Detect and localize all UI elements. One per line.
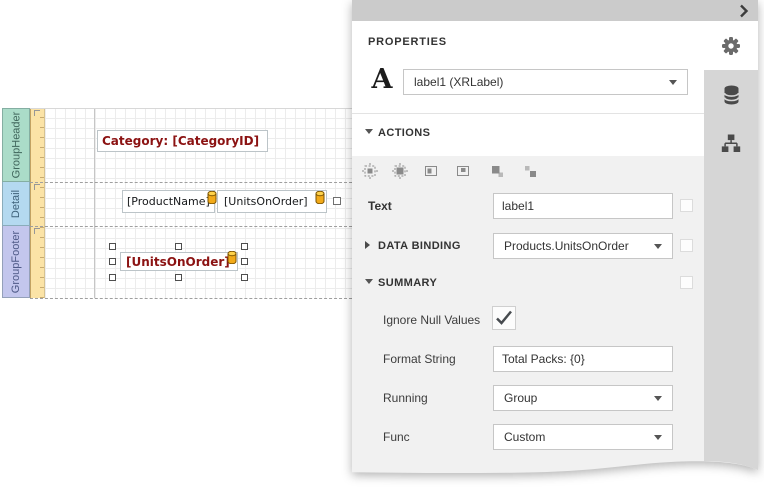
footer-summary-text: [UnitsOnOrder] (126, 254, 230, 269)
func-label: Func (383, 430, 410, 444)
func-dropdown[interactable]: Custom (493, 424, 673, 450)
database-field-icon (227, 251, 237, 264)
band-label: GroupHeader (10, 111, 22, 179)
properties-gear-icon (722, 36, 740, 55)
category-label-text: Category: [CategoryID] (102, 134, 260, 148)
units-on-order-text: [UnitsOnOrder] (224, 195, 308, 208)
footer-summary-label[interactable]: [UnitsOnOrder] (120, 252, 238, 271)
chevron-down-icon (654, 434, 662, 440)
tab-field-list[interactable] (704, 119, 758, 168)
report-designer: GroupHeader Detail GroupFooter Category:… (0, 0, 764, 490)
database-field-icon (207, 191, 217, 204)
chevron-down-icon (669, 79, 677, 85)
product-name-text: [ProductName] (127, 195, 210, 208)
checkmark-icon (496, 310, 512, 325)
section-actions[interactable]: ACTIONS (378, 127, 430, 139)
selection-handle-sw[interactable] (109, 274, 116, 281)
fit-bounds-to-container-icon[interactable] (392, 163, 408, 179)
band-rail: GroupHeader Detail GroupFooter (2, 108, 30, 298)
band-top-edge (30, 108, 352, 109)
running-value: Group (504, 391, 538, 405)
element-selector-dropdown[interactable]: label1 (XRLabel) (403, 69, 688, 95)
band-fold-mark (34, 228, 40, 234)
func-value: Custom (504, 430, 546, 444)
running-label: Running (383, 391, 428, 405)
band-tab-groupfooter[interactable]: GroupFooter (2, 226, 30, 298)
center-vertically-icon[interactable] (455, 163, 471, 179)
field-list-icon (721, 134, 741, 152)
selection-handle-nw[interactable] (109, 243, 116, 250)
panel-wave-edge (352, 455, 758, 474)
text-field-label: Text (368, 199, 392, 213)
format-string-label: Format String (383, 352, 456, 366)
band-tab-detail[interactable]: Detail (2, 182, 30, 226)
database-field-icon (315, 191, 325, 204)
units-on-order-label[interactable]: [UnitsOnOrder] (217, 190, 327, 213)
selection-handle-w[interactable] (109, 258, 116, 265)
xrlabel-letter-a-icon: A (371, 63, 393, 95)
data-binding-value: Products.UnitsOnOrder (504, 239, 629, 253)
text-input[interactable] (493, 193, 673, 219)
send-to-back-icon[interactable] (522, 163, 538, 179)
expand-triangle-icon (365, 241, 370, 249)
band-label: GroupFooter (10, 230, 22, 293)
selection-handle-se[interactable] (241, 274, 248, 281)
selection-handle-s[interactable] (175, 274, 182, 281)
panel-top-bar (352, 0, 758, 21)
selection-handle-ne[interactable] (241, 243, 248, 250)
properties-panel: PROPERTIES A label1 (XRLabel) ACTIONS Te… (352, 0, 758, 488)
collapse-triangle-icon (365, 279, 373, 284)
element-selector-value: label1 (XRLabel) (414, 75, 504, 89)
tab-properties[interactable] (704, 21, 758, 70)
selection-handle-n[interactable] (175, 243, 182, 250)
center-horizontally-icon[interactable] (423, 163, 439, 179)
resize-handle[interactable] (333, 197, 341, 205)
ignore-null-values-label: Ignore Null Values (383, 313, 481, 327)
data-binding-property-marker-checkbox[interactable] (680, 239, 693, 252)
tab-data-sources[interactable] (704, 70, 758, 119)
chevron-down-icon (654, 395, 662, 401)
chevron-right-icon[interactable] (738, 4, 750, 18)
band-tab-groupheader[interactable]: GroupHeader (2, 108, 30, 182)
summary-property-marker-checkbox[interactable] (680, 276, 693, 289)
text-property-marker-checkbox[interactable] (680, 199, 693, 212)
category-label[interactable]: Category: [CategoryID] (97, 130, 268, 152)
panel-tab-strip (704, 21, 758, 455)
running-dropdown[interactable]: Group (493, 385, 673, 411)
ignore-null-values-checkbox[interactable] (492, 306, 516, 330)
divider (352, 113, 704, 114)
chevron-down-icon (654, 243, 662, 249)
product-name-label[interactable]: [ProductName] (122, 190, 215, 213)
format-string-input[interactable] (493, 346, 673, 372)
band-label: Detail (10, 189, 22, 218)
data-binding-dropdown[interactable]: Products.UnitsOnOrder (493, 233, 673, 259)
section-summary[interactable]: SUMMARY (378, 277, 437, 289)
fit-to-band-width-icon[interactable] (362, 163, 378, 179)
band-fold-mark (34, 110, 40, 116)
selection-handle-e[interactable] (241, 258, 248, 265)
band-separator (30, 226, 352, 227)
band-ruler (30, 108, 45, 298)
panel-title: PROPERTIES (368, 36, 447, 48)
section-data-binding[interactable]: DATA BINDING (378, 240, 461, 252)
band-separator (30, 182, 352, 183)
collapse-triangle-icon (365, 129, 373, 134)
report-margin-line (94, 108, 95, 298)
band-separator (30, 298, 352, 299)
band-fold-mark (34, 184, 40, 190)
data-sources-icon (723, 85, 739, 104)
bring-to-front-icon[interactable] (489, 163, 505, 179)
